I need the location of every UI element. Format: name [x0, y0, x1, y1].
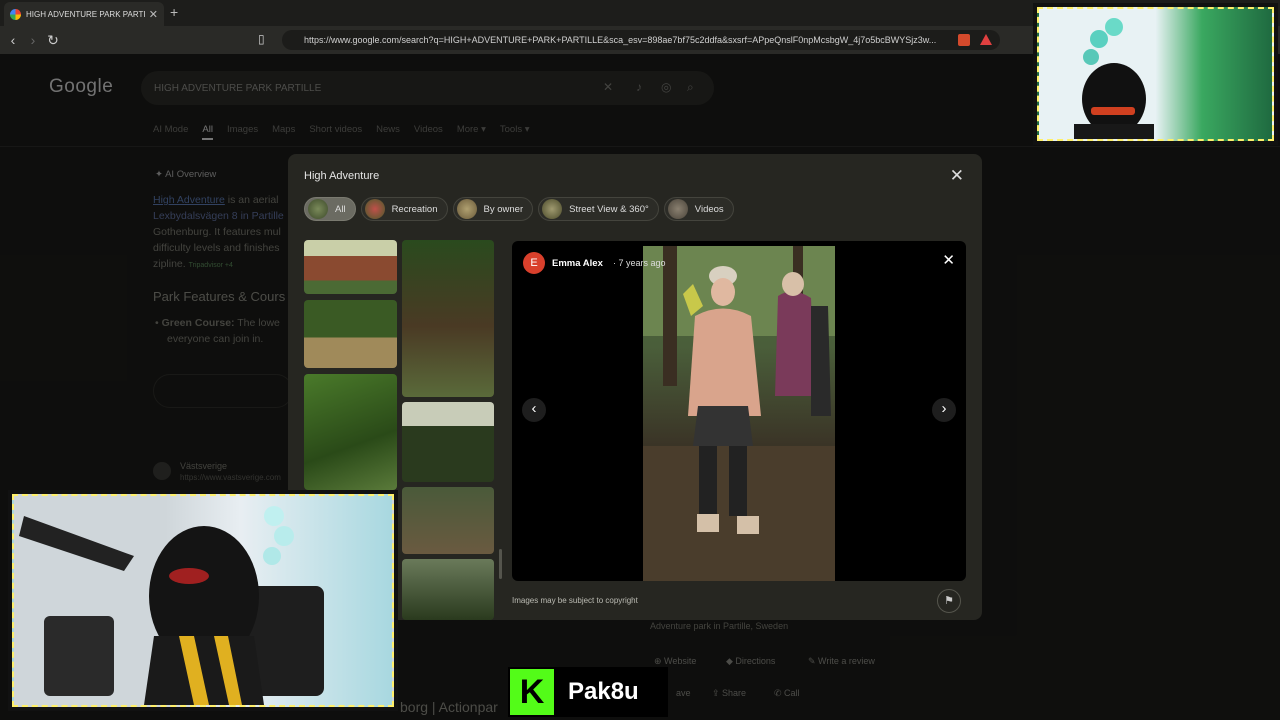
- copyright-notice: Images may be subject to copyright: [512, 596, 638, 605]
- chip-thumbnail: [667, 199, 688, 219]
- forward-icon[interactable]: ›: [23, 32, 43, 48]
- photo-thumbnail-cabin[interactable]: [304, 240, 397, 294]
- photo-thumbnail-trail[interactable]: [402, 487, 494, 554]
- report-flag-icon[interactable]: ⚑: [937, 589, 961, 613]
- back-icon[interactable]: ‹: [3, 32, 23, 48]
- chip-thumbnail: [542, 199, 563, 219]
- extension-warning-icon[interactable]: [980, 34, 992, 45]
- viewer-close-icon[interactable]: ✕: [942, 251, 955, 269]
- author-avatar[interactable]: E: [523, 252, 545, 274]
- photo-thumbnail-forest-path[interactable]: [402, 240, 494, 397]
- kick-logo-icon: K: [510, 669, 554, 715]
- author-name[interactable]: Emma Alex: [552, 258, 603, 269]
- url-text: https://www.google.com/search?q=HIGH+ADV…: [304, 35, 937, 45]
- photo-thumbnail-zipline[interactable]: [304, 374, 397, 490]
- photo-illustration: [643, 246, 835, 581]
- chip-by-owner[interactable]: By owner: [452, 197, 534, 221]
- thumbnail-scrollbar[interactable]: [499, 549, 502, 579]
- bookmark-icon[interactable]: ▯: [258, 32, 265, 46]
- tab-title: HIGH ADVENTURE PARK PARTILLE: [26, 9, 145, 19]
- webcam-overlay-top: [1033, 3, 1278, 145]
- photo-filter-chips: All Recreation By owner Street View & 36…: [304, 197, 734, 221]
- previous-photo-button[interactable]: ‹: [522, 398, 546, 422]
- photo-thumbnail-treetops[interactable]: [402, 402, 494, 482]
- chip-thumbnail: [456, 199, 477, 219]
- next-photo-button[interactable]: ›: [932, 398, 956, 422]
- chip-thumbnail: [364, 199, 385, 219]
- address-bar[interactable]: https://www.google.com/search?q=HIGH+ADV…: [282, 30, 1000, 50]
- main-photo[interactable]: [643, 246, 835, 581]
- close-icon[interactable]: ✕: [950, 166, 964, 186]
- photo-timestamp: · 7 years ago: [613, 258, 666, 268]
- modal-title: High Adventure: [304, 170, 380, 182]
- google-favicon-icon: [10, 8, 21, 20]
- extension-shield-icon[interactable]: [958, 34, 970, 46]
- chip-videos[interactable]: Videos: [663, 197, 734, 221]
- webcam-person-image: [1074, 18, 1154, 144]
- chip-thumbnail: [308, 199, 328, 219]
- streamer-name: Pak8u: [568, 678, 639, 705]
- new-tab-icon[interactable]: +: [170, 4, 178, 20]
- webcam-person-image: [19, 506, 324, 705]
- close-tab-icon[interactable]: ✕: [149, 8, 158, 21]
- browser-tab[interactable]: HIGH ADVENTURE PARK PARTILLE ✕: [4, 2, 164, 26]
- webcam-overlay-bottom: [8, 490, 398, 711]
- chip-recreation[interactable]: Recreation: [360, 197, 448, 221]
- photo-viewer: E Emma Alex · 7 years ago ✕ ‹ ›: [512, 241, 966, 581]
- chip-all[interactable]: All: [304, 197, 356, 221]
- photo-thumbnail-field[interactable]: [304, 300, 397, 368]
- chip-street-view[interactable]: Street View & 360°: [538, 197, 659, 221]
- photo-thumbnail-trees[interactable]: [402, 559, 494, 620]
- stream-branding: K Pak8u: [508, 667, 668, 717]
- reload-icon[interactable]: ↻: [43, 32, 63, 49]
